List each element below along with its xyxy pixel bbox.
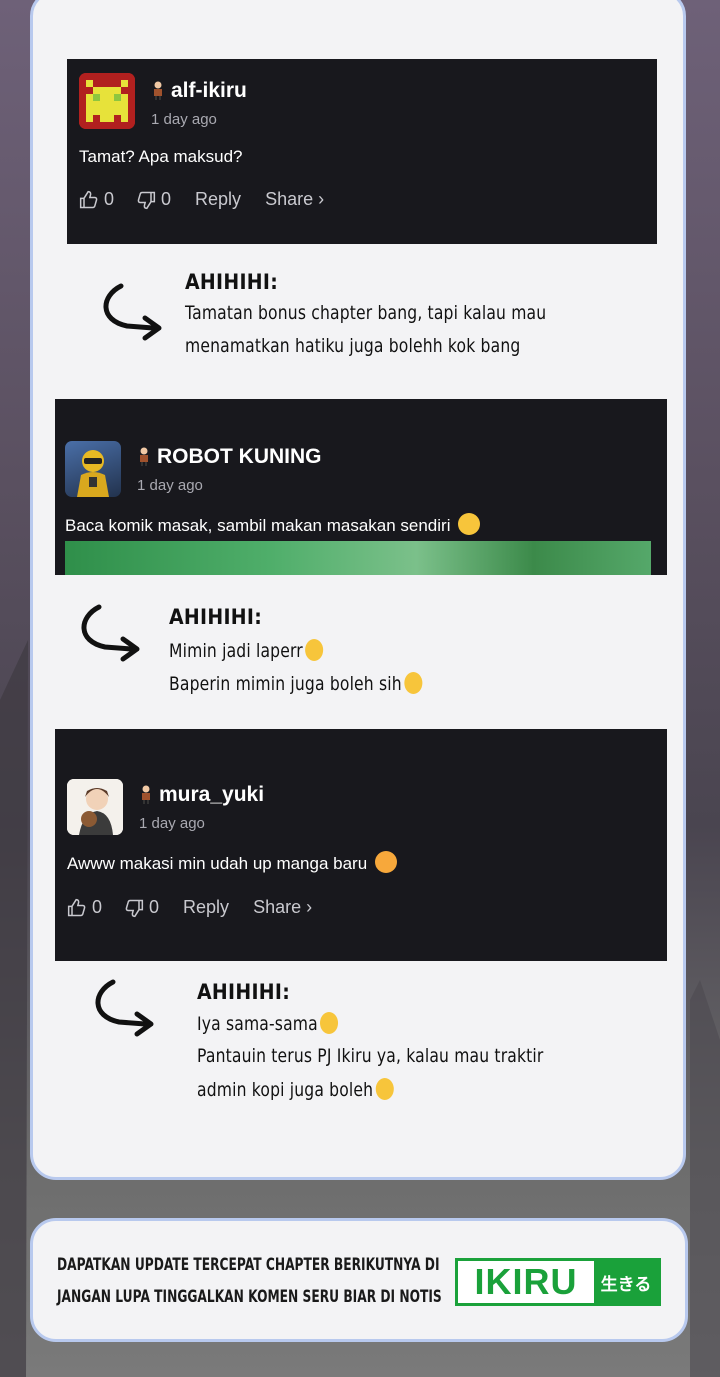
comment-text-content: Awww makasi min udah up manga baru — [67, 854, 368, 873]
thumbs-down-icon — [137, 191, 156, 209]
like-count: 0 — [92, 897, 103, 917]
like-button[interactable]: 0 — [79, 189, 114, 210]
reply-text-content: Baperin mimin juga boleh sih — [169, 673, 402, 695]
comment-time: 1 day ago — [151, 111, 217, 128]
comment-username[interactable]: ROBOT KUNING — [137, 445, 322, 469]
rank-badge-icon — [140, 447, 148, 466]
username-label: ROBOT KUNING — [157, 445, 322, 468]
yum-emoji-icon — [458, 513, 481, 535]
rank-badge-icon — [154, 81, 162, 100]
comment-time: 1 day ago — [137, 477, 203, 494]
share-button[interactable]: Share › — [253, 897, 312, 918]
reply-text-content: Iya sama-sama — [197, 1013, 318, 1035]
dislike-count: 0 — [149, 897, 160, 917]
like-count: 0 — [104, 189, 115, 209]
anime-avatar-icon — [67, 779, 123, 835]
reply-text-line: Mimin jadi laperr — [169, 639, 324, 662]
username-label: alf-ikiru — [171, 79, 247, 102]
reply-button[interactable]: Reply — [183, 897, 229, 918]
reply-text-content: admin kopi juga boleh — [197, 1079, 374, 1101]
smiling-hearts-emoji-icon — [374, 851, 397, 873]
footer-line-2: JANGAN LUPA TINGGALKAN KOMEN SERU BIAR D… — [57, 1287, 442, 1307]
robot-avatar-icon — [77, 450, 109, 497]
like-button[interactable]: 0 — [67, 897, 102, 918]
thumbs-down-icon — [125, 899, 144, 917]
footer-line-1: DAPATKAN UPDATE TERCEPAT CHAPTER BERIKUT… — [57, 1255, 440, 1275]
reply-text-line: Pantauin terus PJ Ikiru ya, kalau mau tr… — [197, 1045, 544, 1067]
reply-author: AHIHIHI: — [185, 270, 279, 294]
avatar[interactable] — [79, 73, 135, 129]
dislike-button[interactable]: 0 — [124, 897, 159, 918]
avatar[interactable] — [67, 779, 123, 835]
comment-text: Tamat? Apa maksud? — [79, 147, 243, 166]
yum-emoji-icon — [375, 1078, 394, 1100]
thumbs-up-icon — [79, 190, 98, 208]
reply-text-line: Tamatan bonus chapter bang, tapi kalau m… — [185, 302, 547, 324]
comment-text-content: Baca komik masak, sambil makan masakan s… — [65, 516, 451, 535]
ikiru-logo[interactable]: IKIRU 生きる — [455, 1258, 661, 1306]
admin-reply-2: AHIHIHI: Mimin jadi laperr Baperin mimin… — [33, 604, 683, 705]
reply-text-content: Mimin jadi laperr — [169, 640, 303, 662]
reply-text-line: Baperin mimin juga boleh sih — [169, 672, 423, 695]
avatar[interactable] — [65, 441, 121, 497]
share-button[interactable]: Share › — [265, 189, 324, 210]
admin-reply-3: AHIHIHI: Iya sama-sama Pantauin terus PJ… — [33, 978, 683, 1118]
curved-arrow-icon — [103, 283, 162, 341]
reply-author: AHIHIHI: — [169, 605, 263, 629]
dislike-button[interactable]: 0 — [136, 189, 171, 210]
logo-text: IKIRU — [474, 1261, 578, 1302]
footer-banner: DAPATKAN UPDATE TERCEPAT CHAPTER BERIKUT… — [30, 1218, 688, 1342]
hugging-emoji-icon — [320, 1012, 339, 1034]
comment-text: Awww makasi min udah up manga baru — [67, 851, 397, 874]
admin-reply-1: AHIHIHI: Tamatan bonus chapter bang, tap… — [33, 268, 683, 378]
comment-text: Baca komik masak, sambil makan masakan s… — [65, 513, 481, 536]
reply-text-line: admin kopi juga boleh — [197, 1078, 394, 1101]
comment-card-alf-ikiru: alf-ikiru 1 day ago Tamat? Apa maksud? 0… — [67, 59, 657, 244]
comment-username[interactable]: mura_yuki — [139, 783, 264, 807]
drooling-emoji-icon — [305, 639, 324, 661]
kiss-emoji-icon — [404, 672, 423, 694]
logo-japanese: 生きる — [594, 1261, 658, 1303]
dislike-count: 0 — [161, 189, 172, 209]
comment-actions: 0 0 Reply Share › — [79, 189, 324, 210]
reply-author: AHIHIHI: — [197, 980, 291, 1004]
thumbs-up-icon — [67, 898, 86, 916]
comments-panel: alf-ikiru 1 day ago Tamat? Apa maksud? 0… — [30, 0, 686, 1180]
attached-image[interactable] — [65, 541, 651, 575]
comment-time: 1 day ago — [139, 815, 205, 832]
comment-card-robot-kuning: ROBOT KUNING 1 day ago Baca komik masak,… — [55, 399, 667, 575]
reply-text-line: menamatkan hatiku juga bolehh kok bang — [185, 335, 521, 357]
curved-arrow-icon — [95, 979, 154, 1037]
rank-badge-icon — [142, 785, 150, 804]
username-label: mura_yuki — [159, 783, 265, 806]
reply-button[interactable]: Reply — [195, 189, 241, 210]
comment-username[interactable]: alf-ikiru — [151, 79, 247, 103]
comment-actions: 0 0 Reply Share › — [67, 897, 312, 918]
curved-arrow-icon — [81, 604, 140, 662]
reply-text-line: Iya sama-sama — [197, 1012, 339, 1035]
pixel-avatar-icon — [79, 73, 135, 129]
comment-card-mura-yuki: mura_yuki 1 day ago Awww makasi min udah… — [55, 729, 667, 961]
